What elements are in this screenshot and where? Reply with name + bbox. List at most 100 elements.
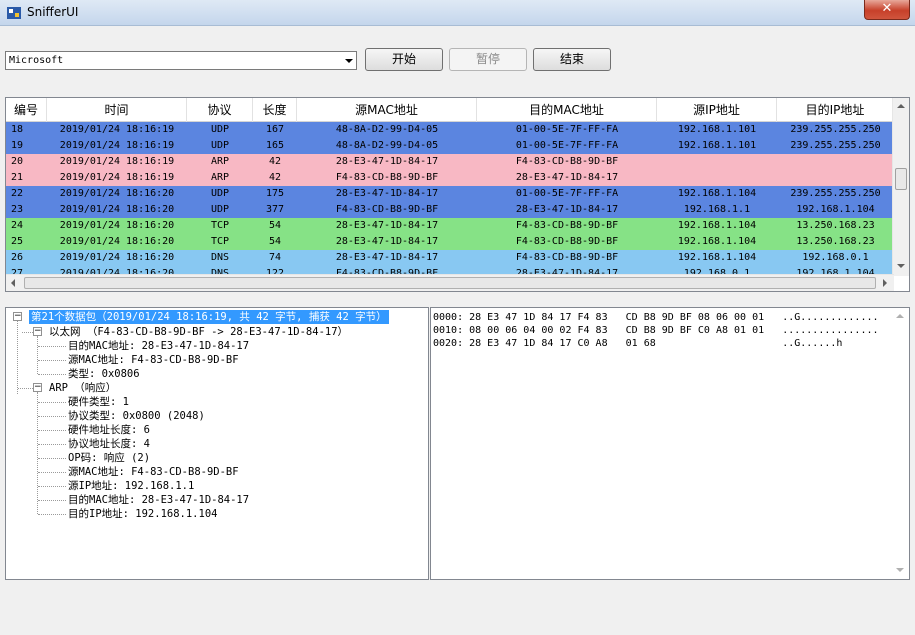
hex-dump-view[interactable]: 0000: 28 E3 47 1D 84 17 F4 83 CD B8 9D B… bbox=[430, 307, 910, 580]
table-row[interactable]: 23 2019/01/24 18:16:20 UDP 377 F4-83-CD-B8-9… bbox=[6, 202, 894, 218]
cell-dst-mac: 01-00-5E-7F-FF-FA bbox=[515, 188, 619, 199]
cell-dst-mac: 28-E3-47-1D-84-17 bbox=[515, 204, 619, 215]
cell-time: 2019/01/24 18:16:20 bbox=[59, 204, 175, 215]
cell-src-mac: F4-83-CD-B8-9D-BF bbox=[335, 204, 439, 215]
tree-node-arp[interactable]: ARP （响应） bbox=[49, 381, 116, 395]
column-header-length[interactable]: 长度 bbox=[253, 98, 297, 122]
packet-table[interactable]: 编号 时间 协议 长度 源MAC地址 目的MAC地址 源IP地址 目的IP地址 18 2019/… bbox=[5, 97, 910, 292]
tree-connector bbox=[37, 336, 38, 374]
tree-leaf[interactable]: 目的IP地址: 192.168.1.104 bbox=[68, 507, 217, 521]
tree-connector bbox=[38, 346, 66, 347]
scroll-up-icon[interactable] bbox=[896, 314, 904, 318]
column-header-number[interactable]: 编号 bbox=[6, 98, 47, 122]
tree-connector bbox=[38, 486, 66, 487]
cell-src-mac: 28-E3-47-1D-84-17 bbox=[335, 236, 439, 247]
column-header-dst-mac[interactable]: 目的MAC地址 bbox=[477, 98, 657, 122]
sniffer-window: SnifferUI ✕ Microsoft 开始 暂停 结束 编号 时间 协议 长度源… bbox=[0, 0, 915, 635]
title-bar: SnifferUI ✕ bbox=[0, 0, 915, 26]
chevron-down-icon[interactable] bbox=[345, 59, 353, 63]
column-header-protocol[interactable]: 协议 bbox=[187, 98, 253, 122]
scroll-left-icon[interactable] bbox=[11, 279, 15, 287]
adapter-select[interactable]: Microsoft bbox=[5, 51, 357, 70]
tree-leaf[interactable]: 源MAC地址: F4-83-CD-B8-9D-BF bbox=[68, 353, 239, 367]
scroll-thumb[interactable] bbox=[895, 168, 907, 190]
table-row[interactable]: 25 2019/01/24 18:16:20 TCP 54 28-E3-47-1D-84… bbox=[6, 234, 894, 250]
cell-src-mac: 28-E3-47-1D-84-17 bbox=[335, 188, 439, 199]
tree-leaf[interactable]: 源MAC地址: F4-83-CD-B8-9D-BF bbox=[68, 465, 239, 479]
scroll-down-icon[interactable] bbox=[897, 264, 905, 268]
packet-detail-tree[interactable]: − 第21个数据包（2019/01/24 18:16:19, 共 42 字节, … bbox=[5, 307, 429, 580]
hex-line: 0000: 28 E3 47 1D 84 17 F4 83 CD B8 9D B… bbox=[433, 312, 879, 323]
collapse-icon[interactable]: − bbox=[33, 383, 42, 392]
tree-leaf[interactable]: 硬件地址长度: 6 bbox=[68, 423, 150, 437]
tree-connector bbox=[38, 444, 66, 445]
tree-leaf[interactable]: OP码: 响应 (2) bbox=[68, 451, 150, 465]
cell-length: 42 bbox=[268, 156, 282, 167]
close-button[interactable]: ✕ bbox=[864, 0, 910, 20]
cell-time: 2019/01/24 18:16:19 bbox=[59, 172, 175, 183]
cell-dst-mac: F4-83-CD-B8-9D-BF bbox=[515, 252, 619, 263]
tree-leaf[interactable]: 源IP地址: 192.168.1.1 bbox=[68, 479, 194, 493]
tree-connector bbox=[18, 388, 33, 389]
cell-src-ip: 192.168.1.104 bbox=[677, 220, 757, 231]
hscroll-thumb[interactable] bbox=[24, 277, 876, 289]
cell-src-ip: 192.168.1.104 bbox=[677, 188, 757, 199]
collapse-icon[interactable]: − bbox=[13, 312, 22, 321]
cell-number: 25 bbox=[11, 236, 24, 247]
cell-protocol: ARP bbox=[210, 172, 230, 183]
cell-dst-mac: 01-00-5E-7F-FF-FA bbox=[515, 140, 619, 151]
cell-number: 26 bbox=[11, 252, 24, 263]
tree-leaf[interactable]: 目的MAC地址: 28-E3-47-1D-84-17 bbox=[68, 493, 249, 507]
tree-root[interactable]: 第21个数据包（2019/01/24 18:16:19, 共 42 字节, 捕获… bbox=[29, 310, 389, 324]
cell-dst-ip bbox=[777, 154, 894, 170]
cell-protocol: UDP bbox=[210, 140, 230, 151]
hex-line: 0010: 08 00 06 04 00 02 F4 83 CD B8 9D B… bbox=[433, 325, 879, 336]
pause-button[interactable]: 暂停 bbox=[449, 48, 527, 71]
cell-dst-ip: 239.255.255.250 bbox=[790, 188, 881, 199]
cell-number: 23 bbox=[11, 204, 24, 215]
table-row[interactable]: 21 2019/01/24 18:16:19 ARP 42 F4-83-CD-B8-9D… bbox=[6, 170, 894, 186]
table-row[interactable]: 24 2019/01/24 18:16:20 TCP 54 28-E3-47-1D-84… bbox=[6, 218, 894, 234]
cell-src-mac: 28-E3-47-1D-84-17 bbox=[335, 156, 439, 167]
table-row[interactable]: 22 2019/01/24 18:16:20 UDP 175 28-E3-47-1D-8… bbox=[6, 186, 894, 202]
hex-vertical-scrollbar[interactable] bbox=[892, 308, 909, 579]
end-button[interactable]: 结束 bbox=[533, 48, 611, 71]
cell-src-ip: 192.168.1.1 bbox=[683, 204, 751, 215]
column-header-src-ip[interactable]: 源IP地址 bbox=[657, 98, 777, 122]
column-header-dst-ip[interactable]: 目的IP地址 bbox=[777, 98, 894, 122]
tree-leaf[interactable]: 类型: 0x0806 bbox=[68, 367, 140, 381]
cell-src-ip bbox=[657, 170, 777, 186]
table-vertical-scrollbar[interactable] bbox=[892, 98, 909, 276]
app-icon bbox=[7, 7, 21, 19]
table-body: 18 2019/01/24 18:16:19 UDP 167 48-8A-D2-99-D… bbox=[6, 122, 894, 275]
collapse-icon[interactable]: − bbox=[33, 327, 42, 336]
table-row[interactable]: 19 2019/01/24 18:16:19 UDP 165 48-8A-D2-99-D… bbox=[6, 138, 894, 154]
scroll-up-icon[interactable] bbox=[897, 104, 905, 108]
column-header-src-mac[interactable]: 源MAC地址 bbox=[297, 98, 477, 122]
column-header-time[interactable]: 时间 bbox=[47, 98, 187, 122]
tree-connector bbox=[37, 392, 38, 514]
tree-connector bbox=[38, 500, 66, 501]
status-bar bbox=[0, 586, 915, 635]
cell-dst-ip: 239.255.255.250 bbox=[790, 140, 881, 151]
tree-connector bbox=[38, 430, 66, 431]
scroll-right-icon[interactable] bbox=[883, 279, 887, 287]
cell-dst-ip: 192.168.1.104 bbox=[796, 204, 875, 215]
table-row[interactable]: 20 2019/01/24 18:16:19 ARP 42 28-E3-47-1D-84… bbox=[6, 154, 894, 170]
tree-leaf[interactable]: 协议类型: 0x0800 (2048) bbox=[68, 409, 205, 423]
tree-connector bbox=[38, 402, 66, 403]
tree-leaf[interactable]: 硬件类型: 1 bbox=[68, 395, 129, 409]
cell-protocol: DNS bbox=[210, 252, 230, 263]
tree-leaf[interactable]: 协议地址长度: 4 bbox=[68, 437, 150, 451]
table-row[interactable]: 26 2019/01/24 18:16:20 DNS 74 28-E3-47-1D-84… bbox=[6, 250, 894, 266]
table-row[interactable]: 18 2019/01/24 18:16:19 UDP 167 48-8A-D2-99-D… bbox=[6, 122, 894, 138]
table-horizontal-scrollbar[interactable] bbox=[6, 274, 894, 291]
tree-node-ethernet[interactable]: 以太网 （F4-83-CD-B8-9D-BF -> 28-E3-47-1D-84… bbox=[49, 325, 348, 339]
tree-connector bbox=[38, 458, 66, 459]
cell-number: 20 bbox=[11, 156, 24, 167]
cell-dst-mac: F4-83-CD-B8-9D-BF bbox=[515, 220, 619, 231]
cell-number: 24 bbox=[11, 220, 24, 231]
scroll-down-icon[interactable] bbox=[896, 568, 904, 572]
start-button[interactable]: 开始 bbox=[365, 48, 443, 71]
tree-leaf[interactable]: 目的MAC地址: 28-E3-47-1D-84-17 bbox=[68, 339, 249, 353]
